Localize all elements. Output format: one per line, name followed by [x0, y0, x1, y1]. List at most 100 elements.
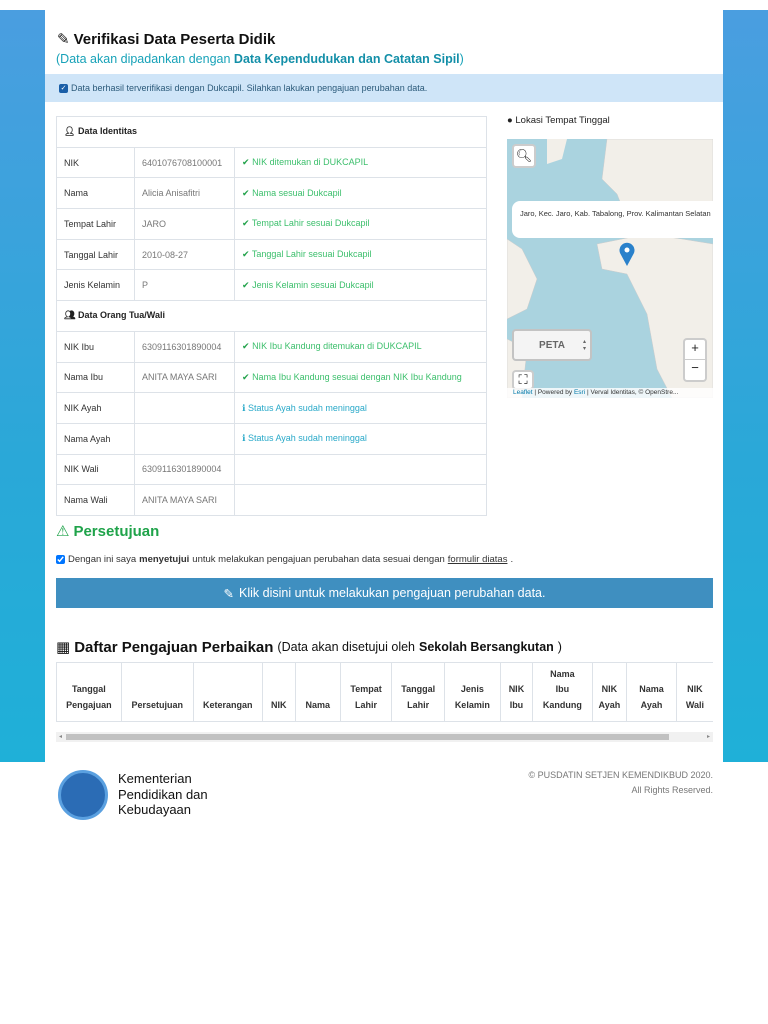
column-header[interactable]: Keterangan [192, 663, 263, 721]
field-label: Nama Ayah [56, 422, 135, 455]
check-icon: ✔ [242, 371, 250, 382]
fullscreen-button[interactable]: ⛶ [512, 370, 534, 390]
field-status: ℹ Status Ayah sudah meninggal [234, 422, 487, 455]
submissions-table: Tanggal Pengajuan Persetujuan Keterangan NI… [56, 663, 713, 721]
column-header[interactable]: Tanggal Pengajuan [56, 663, 122, 721]
field-status: ✔ Jenis Kelamin sesuai Dukcapil [234, 269, 487, 302]
table-row: NIK Ayah ℹ Status Ayah sudah meninggal [56, 392, 487, 424]
copyright: © PUSDATIN SETJEN KEMENDIKBUD 2020. All R… [528, 770, 713, 795]
edit-icon: ✎ [57, 31, 70, 48]
field-status: ✔ Nama Ibu Kandung sesuai dengan NIK Ibu… [234, 361, 487, 394]
table-row: NIK 6401076708100001 ✔ NIK ditemukan di DU… [56, 146, 487, 179]
map-marker-icon: ● [507, 115, 513, 126]
field-value [134, 392, 235, 424]
spinner-icon: ▴ ▾ [582, 339, 586, 352]
field-status [234, 453, 487, 486]
kemendikbud-logo [58, 770, 108, 820]
column-header[interactable]: Nama Ibu Kandung [532, 663, 593, 721]
field-value: 2010-08-27 [134, 238, 235, 271]
horizontal-scrollbar[interactable]: ◂ ▸ [56, 732, 713, 742]
esri-link[interactable]: Esri [574, 389, 585, 396]
field-value: JARO [134, 208, 235, 240]
grid-icon: ▦ [56, 639, 71, 656]
column-header[interactable]: NIK Ibu [499, 663, 533, 721]
field-label: Nama Wali [56, 484, 135, 516]
edit-icon: ✎ [223, 586, 234, 601]
leaflet-link[interactable]: Leaflet [513, 389, 533, 396]
daftar-heading: ▦ Daftar Pengajuan Perbaikan (Data akan d… [56, 638, 562, 657]
info-icon: ℹ [242, 402, 246, 413]
field-status: ℹ Status Ayah sudah meninggal [234, 392, 487, 424]
zoom-control: + − [683, 338, 707, 382]
check-icon: ✔ [242, 249, 250, 260]
map-popup: Jaro, Kec. Jaro, Kab. Tabalong, Prov. Ka… [512, 201, 713, 238]
field-label: Nama [56, 177, 135, 210]
field-value: Alicia Anisafitri [134, 177, 235, 210]
info-icon: ℹ [242, 433, 246, 444]
column-header[interactable]: NIK [261, 663, 296, 721]
scroll-left-icon[interactable]: ◂ [59, 733, 62, 740]
field-label: NIK Ayah [56, 392, 135, 424]
field-value: 6309116301890004 [134, 453, 235, 486]
field-label: NIK Ibu [56, 330, 135, 363]
map-label: ● Lokasi Tempat Tinggal [507, 115, 610, 126]
table-row: Nama Alicia Anisafitri ✔ Nama sesuai Dukca… [56, 177, 487, 210]
check-icon: ✔ [242, 157, 250, 168]
layer-select[interactable]: PETA ▴ ▾ [512, 329, 592, 361]
column-header[interactable]: NIK Wali [675, 663, 713, 721]
column-header[interactable]: NIK Ayah [591, 663, 627, 721]
field-status: ✔ Tanggal Lahir sesuai Dukcapil [234, 238, 487, 271]
form-link[interactable]: formulir diatas [448, 554, 508, 565]
column-header[interactable]: Persetujuan [120, 663, 194, 721]
agreement-checkbox[interactable] [56, 555, 65, 564]
verification-table: 👤︎ Data Identitas NIK 6401076708100001 ✔ NI… [56, 116, 487, 516]
location-map[interactable]: 🔍︎ Jaro, Kec. Jaro, Kab. Tabalong, Prov.… [507, 139, 713, 398]
field-status [234, 484, 487, 516]
field-status: ✔ NIK Ibu Kandung ditemukan di DUKCAPIL [234, 330, 487, 363]
column-header[interactable]: Tanggal Lahir [391, 663, 445, 721]
table-row: Nama Ayah ℹ Status Ayah sudah meninggal [56, 422, 487, 455]
submissions-table-wrapper: Tanggal Pengajuan Persetujuan Keterangan NI… [56, 662, 713, 722]
check-square-icon: ✓ [59, 83, 68, 93]
field-label: NIK [56, 146, 135, 179]
footer-org: Kementerian Pendidikan dan Kebudayaan [118, 771, 208, 817]
search-button[interactable]: 🔍︎ [512, 144, 536, 168]
field-value: ANITA MAYA SARI [134, 361, 235, 394]
column-header[interactable]: Jenis Kelamin [444, 663, 501, 721]
field-value [134, 422, 235, 455]
map-pin-icon[interactable] [619, 242, 635, 266]
field-label: NIK Wali [56, 453, 135, 486]
submit-change-button[interactable]: ✎ Klik disini untuk melakukan pengajuan p… [56, 578, 713, 608]
search-icon: 🔍︎ [515, 148, 533, 163]
fullscreen-icon: ⛶ [518, 372, 528, 387]
table-row: Nama Wali ANITA MAYA SARI [56, 484, 487, 516]
column-header[interactable]: Nama Ayah [626, 663, 677, 721]
table-row: NIK Ibu 6309116301890004 ✔ NIK Ibu Kandung… [56, 330, 487, 363]
zoom-out-button[interactable]: − [691, 360, 699, 380]
table-row: Tanggal Lahir 2010-08-27 ✔ Tanggal Lahir s… [56, 238, 487, 271]
field-status: ✔ Nama sesuai Dukcapil [234, 177, 487, 210]
check-icon: ✔ [242, 218, 250, 229]
field-status: ✔ Tempat Lahir sesuai Dukcapil [234, 208, 487, 240]
map-attribution: Leaflet | Powered by Esri | Verval Ident… [507, 388, 713, 398]
zoom-in-button[interactable]: + [685, 340, 705, 361]
check-icon: ✔ [242, 187, 250, 198]
agreement-row: Dengan ini saya menyetujui untuk melakuk… [56, 554, 513, 565]
persetujuan-heading: ⚠ Persetujuan [56, 522, 160, 541]
field-value: ANITA MAYA SARI [134, 484, 235, 516]
section-header-row: 👤︎ Data Identitas [56, 116, 487, 148]
field-label: Tempat Lahir [56, 208, 135, 240]
field-value: 6309116301890004 [134, 330, 235, 363]
column-header[interactable]: Nama [294, 663, 341, 721]
scroll-right-icon[interactable]: ▸ [707, 733, 710, 740]
user-icon: 👤︎ [64, 126, 76, 137]
scrollbar-thumb[interactable] [66, 734, 669, 740]
field-label: Jenis Kelamin [56, 269, 135, 302]
field-value: 6401076708100001 [134, 146, 235, 179]
section-header-row: 👥︎ Data Orang Tua/Wali [56, 300, 487, 332]
users-icon: 👥︎ [64, 310, 76, 321]
column-header[interactable]: Tempat Lahir [339, 663, 392, 721]
field-label: Nama Ibu [56, 361, 135, 394]
table-row: Jenis Kelamin P ✔ Jenis Kelamin sesuai Duk… [56, 269, 487, 302]
section-title: 👤︎ Data Identitas [56, 116, 487, 148]
